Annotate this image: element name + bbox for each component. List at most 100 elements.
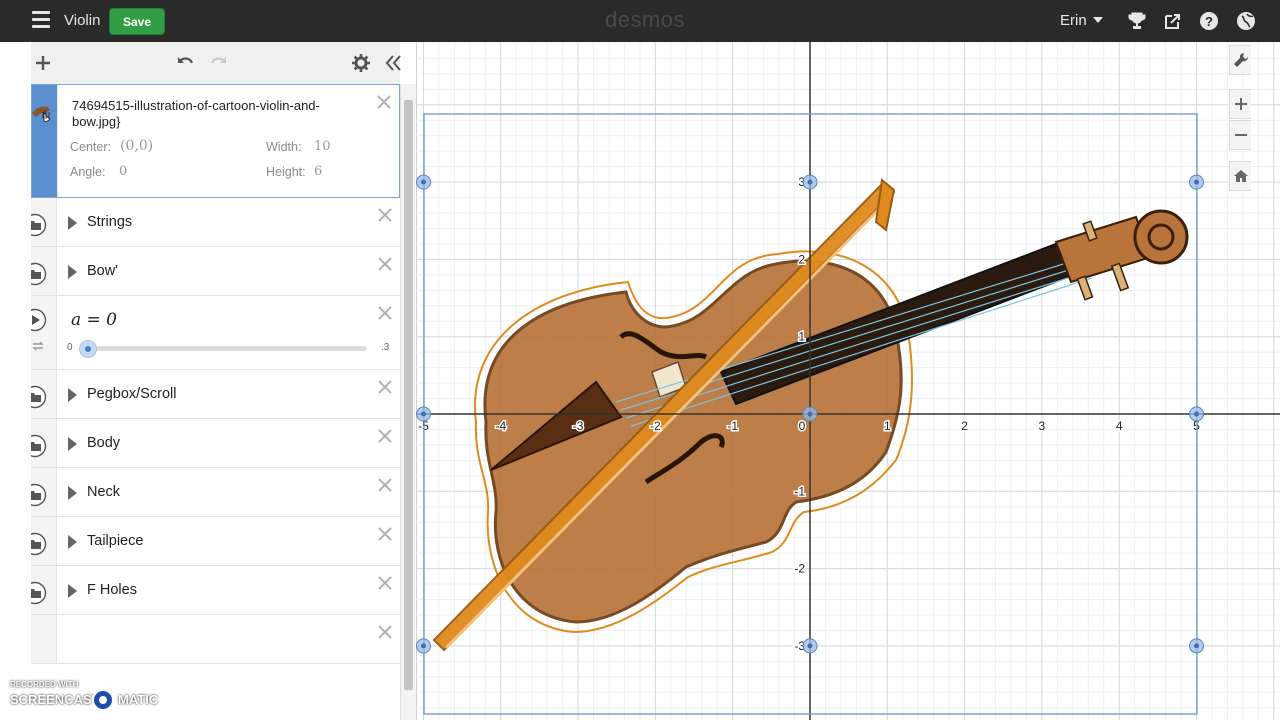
row-gutter (31, 296, 57, 369)
folder-icon[interactable] (31, 385, 47, 409)
folder-label: Neck (87, 484, 121, 500)
expression-list-panel: 74694515-illustration-of-cartoon-violin-… (31, 42, 417, 720)
height-value[interactable]: 6 (314, 164, 322, 179)
top-bar: Violin Save desmos Erin ? (0, 0, 1280, 42)
folder-label: Strings (87, 214, 133, 230)
expand-arrow-icon[interactable] (68, 486, 77, 500)
share-icon[interactable] (1163, 11, 1183, 31)
watermark-line1: RECORDED WITH (10, 680, 79, 689)
close-icon[interactable] (377, 624, 393, 640)
resize-handle-dot (807, 643, 813, 649)
loop-icon[interactable] (31, 339, 45, 353)
home-button[interactable] (1229, 161, 1251, 191)
image-filename: 74694515-illustration-of-cartoon-violin-… (72, 98, 320, 129)
slider-expression-text[interactable]: a = 0 (71, 310, 117, 330)
folder-icon[interactable] (31, 213, 47, 237)
folder-label: Pegbox/Scroll (87, 386, 177, 402)
slider-max[interactable]: .3 (381, 342, 389, 353)
expand-arrow-icon[interactable] (68, 388, 77, 402)
save-button[interactable]: Save (109, 8, 165, 35)
x-tick-label: 1 (884, 419, 891, 433)
folder-icon[interactable] (31, 434, 47, 458)
close-icon[interactable] (377, 575, 393, 591)
scrollbar[interactable] (400, 84, 416, 720)
user-name: Erin (1060, 12, 1087, 29)
folder-icon[interactable] (31, 581, 47, 605)
empty-expression[interactable] (31, 615, 400, 664)
folder-strings[interactable]: Strings (31, 198, 400, 247)
close-icon[interactable] (377, 207, 393, 223)
close-icon[interactable] (377, 526, 393, 542)
folder-label: F Holes (87, 582, 137, 598)
graph-settings-button[interactable] (1229, 45, 1251, 75)
watermark-line3: MATIC (118, 692, 159, 707)
image-thumbnail-icon[interactable] (31, 97, 58, 129)
collapse-panel-icon[interactable] (383, 53, 403, 73)
slider-min[interactable]: 0 (67, 342, 73, 353)
scrollbar-thumb[interactable] (404, 100, 413, 690)
x-tick-label: -2 (650, 419, 661, 433)
resize-handle-dot (421, 179, 426, 185)
folder-tailpiece[interactable]: Tailpiece (31, 517, 400, 566)
globe-icon[interactable] (1236, 11, 1256, 31)
trophy-icon[interactable] (1127, 11, 1147, 31)
folder-f-holes[interactable]: F Holes (31, 566, 400, 615)
close-icon[interactable] (377, 305, 393, 321)
add-icon[interactable] (33, 53, 53, 73)
minus-icon (1235, 134, 1247, 136)
close-icon[interactable] (377, 477, 393, 493)
folder-neck[interactable]: Neck (31, 468, 400, 517)
help-icon[interactable]: ? (1199, 11, 1219, 31)
folder-bow[interactable]: Bow' (31, 247, 400, 296)
center-label: Center: (70, 140, 111, 154)
slider-track[interactable] (81, 346, 367, 351)
graph-paper[interactable]: -5 -4 -3 -2 -1 0 1 2 3 4 5321-1-2-3 (416, 42, 1280, 720)
undo-icon[interactable] (175, 53, 195, 73)
gear-icon[interactable] (351, 53, 371, 73)
y-tick-label: -1 (794, 484, 805, 498)
resize-handle-dot (421, 411, 426, 417)
image-expression[interactable]: 74694515-illustration-of-cartoon-violin-… (31, 84, 400, 198)
center-value[interactable]: (0,0) (120, 138, 153, 154)
resize-handle-dot (421, 643, 426, 649)
folder-label: Tailpiece (87, 533, 144, 549)
expand-arrow-icon[interactable] (68, 437, 77, 451)
y-tick-label: 1 (798, 330, 805, 344)
expand-arrow-icon[interactable] (68, 535, 77, 549)
expand-arrow-icon[interactable] (68, 216, 77, 230)
x-tick-label: -4 (495, 419, 506, 433)
folder-icon[interactable] (31, 262, 47, 286)
resize-handle-dot (1194, 411, 1199, 417)
slider-handle[interactable] (79, 340, 97, 358)
close-icon[interactable] (377, 428, 393, 444)
folder-body[interactable]: Body (31, 419, 400, 468)
resize-handle-dot (807, 179, 813, 185)
angle-value[interactable]: 0 (119, 164, 127, 179)
x-tick-label: 4 (1116, 419, 1123, 433)
menu-icon[interactable] (32, 11, 50, 29)
expand-arrow-icon[interactable] (68, 265, 77, 279)
graph-title[interactable]: Violin (64, 12, 100, 29)
zoom-out-button[interactable] (1229, 120, 1251, 150)
close-icon[interactable] (377, 379, 393, 395)
folder-pegbox-scroll[interactable]: Pegbox/Scroll (31, 370, 400, 419)
close-icon[interactable] (377, 256, 393, 272)
play-icon[interactable] (31, 308, 47, 332)
expression-list: 74694515-illustration-of-cartoon-violin-… (31, 84, 400, 664)
zoom-in-button[interactable] (1229, 89, 1251, 119)
expand-arrow-icon[interactable] (68, 584, 77, 598)
redo-icon[interactable] (209, 53, 229, 73)
folder-label: Bow' (87, 263, 118, 279)
user-menu[interactable]: Erin (1060, 12, 1103, 29)
slider-expression[interactable]: a = 0 0 .3 (31, 296, 400, 370)
folder-icon[interactable] (31, 532, 47, 556)
x-tick-label: 2 (961, 419, 968, 433)
width-value[interactable]: 10 (314, 139, 331, 154)
peg (1076, 275, 1094, 301)
x-tick-label: 0 (799, 419, 806, 433)
folder-icon[interactable] (31, 483, 47, 507)
close-icon[interactable] (376, 94, 392, 110)
row-gutter (31, 615, 57, 663)
x-tick-label: -1 (727, 419, 738, 433)
folder-label: Body (87, 435, 121, 451)
